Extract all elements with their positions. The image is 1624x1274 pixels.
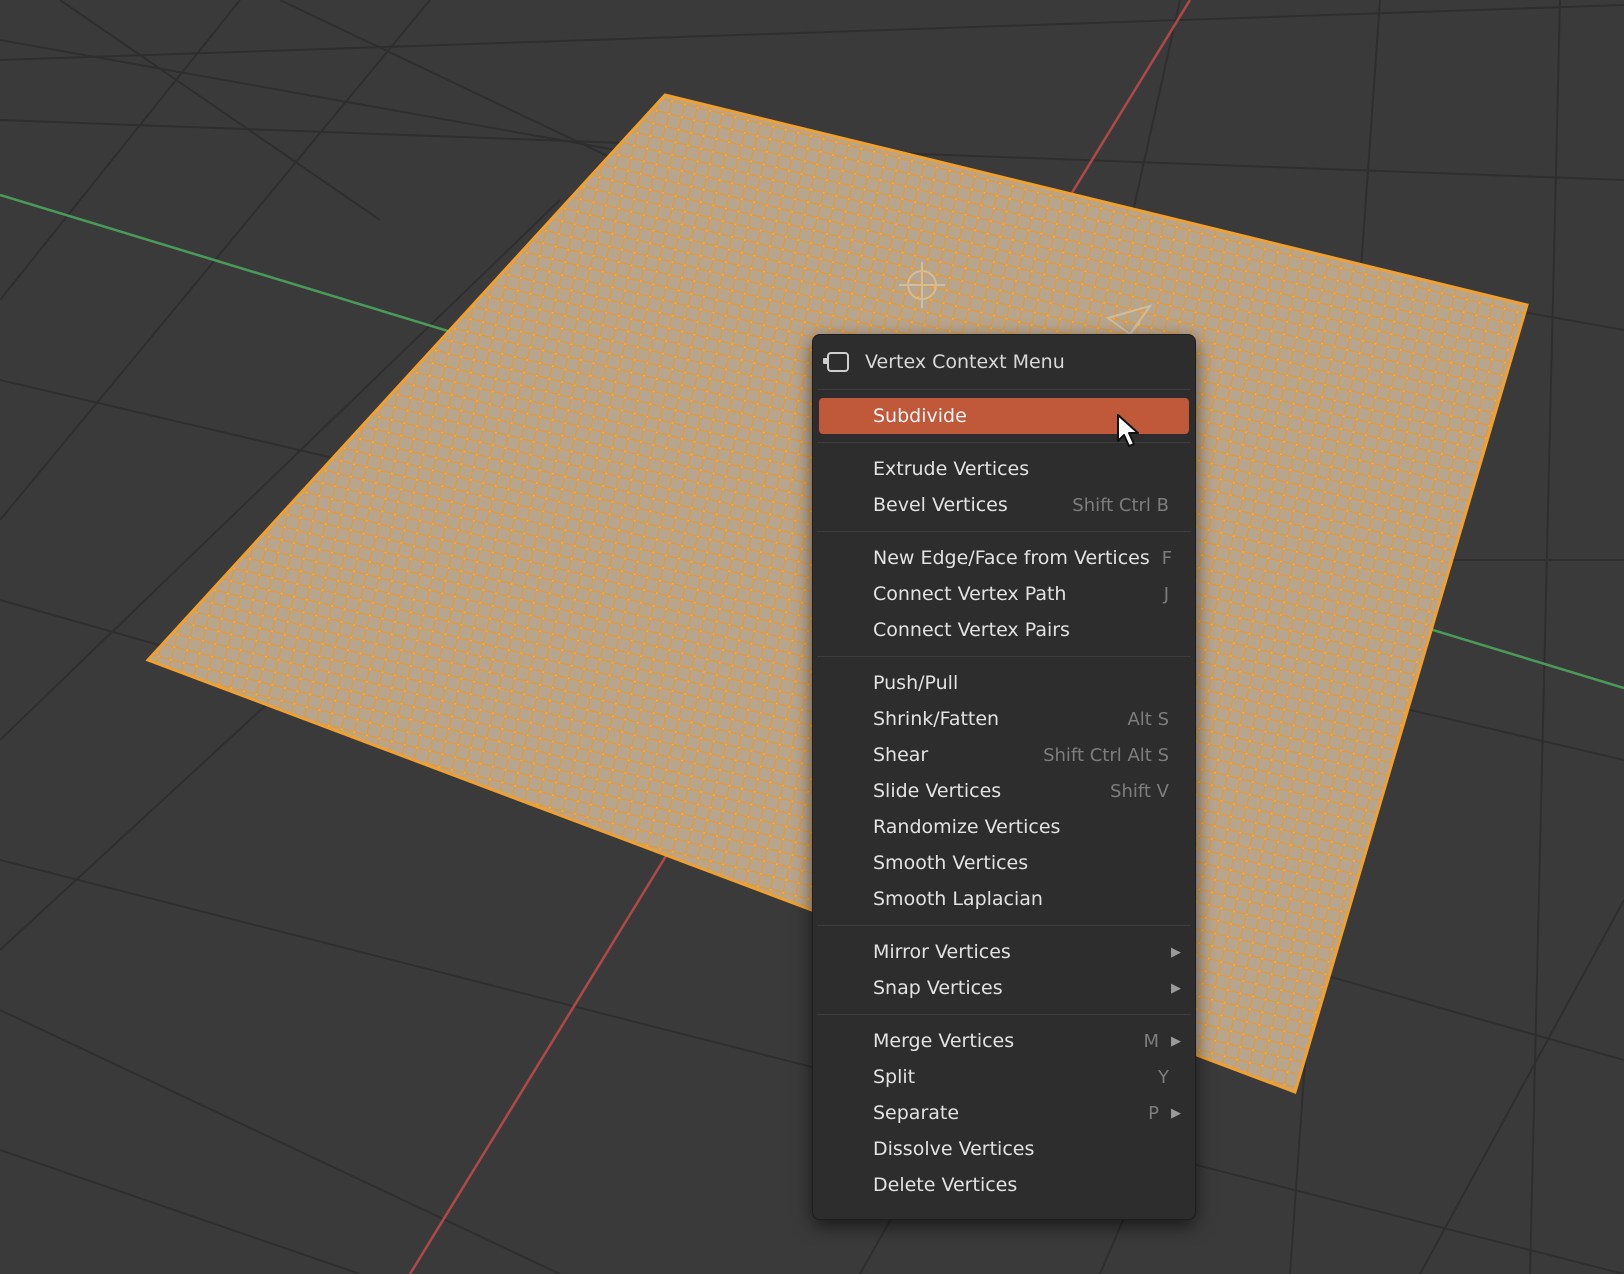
menu-item-smooth-vertices[interactable]: Smooth Vertices	[813, 845, 1195, 881]
submenu-arrow-icon: ▶	[1171, 980, 1181, 996]
menu-item-shortcut: Alt S	[1127, 708, 1169, 730]
menu-item-label: Dissolve Vertices	[873, 1138, 1035, 1160]
menu-item-smooth-laplacian[interactable]: Smooth Laplacian	[813, 881, 1195, 917]
menu-item-label: Snap Vertices	[873, 977, 1003, 999]
menu-item-new-edge-face[interactable]: New Edge/Face from Vertices F	[813, 540, 1195, 576]
menu-item-label: Push/Pull	[873, 672, 959, 694]
menu-item-push-pull[interactable]: Push/Pull	[813, 665, 1195, 701]
menu-item-merge-vertices[interactable]: Merge Vertices M ▶	[813, 1023, 1195, 1059]
menu-item-label: Randomize Vertices	[873, 816, 1061, 838]
menu-group-extrude: Extrude Vertices Bevel Vertices Shift Ct…	[813, 443, 1195, 531]
submenu-arrow-icon: ▶	[1171, 1105, 1181, 1121]
menu-item-extrude-vertices[interactable]: Extrude Vertices	[813, 451, 1195, 487]
menu-item-label: Delete Vertices	[873, 1174, 1018, 1196]
menu-item-shrink-fatten[interactable]: Shrink/Fatten Alt S	[813, 701, 1195, 737]
menu-item-shortcut: M	[1143, 1030, 1159, 1052]
menu-item-shortcut: J	[1163, 583, 1169, 605]
menu-item-label: Connect Vertex Path	[873, 583, 1067, 605]
menu-group-connect: New Edge/Face from Vertices F Connect Ve…	[813, 532, 1195, 656]
menu-item-label: Mirror Vertices	[873, 941, 1011, 963]
menu-item-label: Smooth Laplacian	[873, 888, 1043, 910]
menu-item-shortcut: Shift Ctrl Alt S	[1043, 744, 1169, 766]
vertex-context-menu: Vertex Context Menu Subdivide Extrude Ve…	[812, 334, 1196, 1220]
menu-item-label: Slide Vertices	[873, 780, 1002, 802]
menu-item-dissolve-vertices[interactable]: Dissolve Vertices	[813, 1131, 1195, 1167]
menu-item-label: Separate	[873, 1102, 960, 1124]
menu-item-connect-vertex-path[interactable]: Connect Vertex Path J	[813, 576, 1195, 612]
menu-item-label: New Edge/Face from Vertices	[873, 547, 1150, 569]
menu-item-label: Split	[873, 1066, 916, 1088]
menu-item-mirror-vertices[interactable]: Mirror Vertices ▶	[813, 934, 1195, 970]
menu-item-split[interactable]: Split Y	[813, 1059, 1195, 1095]
menu-item-slide-vertices[interactable]: Slide Vertices Shift V	[813, 773, 1195, 809]
menu-item-shortcut: F	[1161, 547, 1173, 569]
menu-item-shortcut: Shift V	[1110, 780, 1169, 802]
menu-item-shortcut: P	[1148, 1102, 1159, 1124]
submenu-arrow-icon: ▶	[1171, 1033, 1181, 1049]
submenu-arrow-icon: ▶	[1171, 944, 1181, 960]
menu-title: Vertex Context Menu	[813, 335, 1195, 389]
menu-title-label: Vertex Context Menu	[865, 351, 1065, 373]
menu-item-bevel-vertices[interactable]: Bevel Vertices Shift Ctrl B	[813, 487, 1195, 523]
menu-item-label: Bevel Vertices	[873, 494, 1008, 516]
menu-item-separate[interactable]: Separate P ▶	[813, 1095, 1195, 1131]
menu-item-label: Merge Vertices	[873, 1030, 1015, 1052]
menu-item-delete-vertices[interactable]: Delete Vertices	[813, 1167, 1195, 1203]
mouse-pointer-icon	[1117, 414, 1139, 447]
menu-item-connect-vertex-pairs[interactable]: Connect Vertex Pairs	[813, 612, 1195, 648]
menu-group-merge: Merge Vertices M ▶ Split Y Separate P ▶ …	[813, 1015, 1195, 1211]
menu-item-label: Extrude Vertices	[873, 458, 1030, 480]
context-menu-icon	[823, 352, 849, 372]
menu-group-mirror-snap: Mirror Vertices ▶ Snap Vertices ▶	[813, 926, 1195, 1014]
menu-item-randomize-vertices[interactable]: Randomize Vertices	[813, 809, 1195, 845]
menu-item-shortcut: Y	[1158, 1066, 1169, 1088]
menu-item-label: Shrink/Fatten	[873, 708, 1000, 730]
menu-item-shear[interactable]: Shear Shift Ctrl Alt S	[813, 737, 1195, 773]
menu-item-shortcut: Shift Ctrl B	[1072, 494, 1169, 516]
menu-item-label: Connect Vertex Pairs	[873, 619, 1070, 641]
menu-item-label: Shear	[873, 744, 929, 766]
menu-group-transform: Push/Pull Shrink/Fatten Alt S Shear Shif…	[813, 657, 1195, 925]
menu-item-label: Smooth Vertices	[873, 852, 1029, 874]
menu-item-snap-vertices[interactable]: Snap Vertices ▶	[813, 970, 1195, 1006]
